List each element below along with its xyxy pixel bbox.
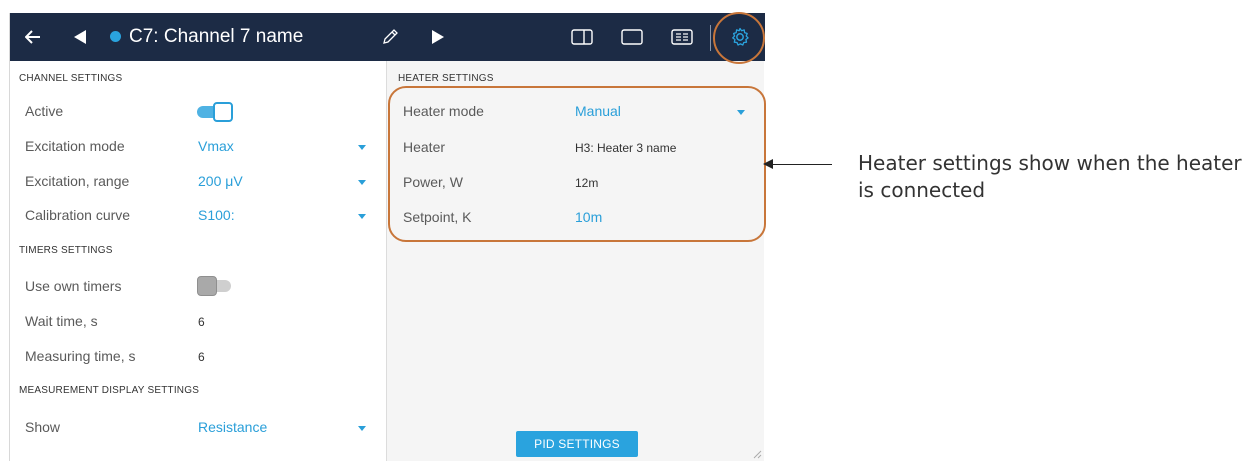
callout-text: Heater settings show when the heater is … [858,151,1242,202]
wait-time-label: Wait time, s [25,313,98,329]
show-select[interactable]: Resistance [198,419,267,435]
excitation-mode-dropdown-icon[interactable] [358,145,366,150]
channel-title: C7: Channel 7 name [129,26,304,47]
measuring-time-label: Measuring time, s [25,348,136,364]
pencil-icon[interactable] [378,13,402,61]
split-view-icon[interactable] [568,13,596,61]
measuring-time-value[interactable]: 6 [198,350,205,364]
heater-settings-heading: HEATER SETTINGS [398,73,494,84]
timers-settings-heading: TIMERS SETTINGS [19,245,113,256]
excitation-mode-label: Excitation mode [25,138,125,154]
toolbar-divider [710,25,711,51]
heater-settings-highlight [388,86,766,242]
calibration-curve-dropdown-icon[interactable] [358,214,366,219]
channel-settings-heading: CHANNEL SETTINGS [19,73,123,84]
excitation-mode-select[interactable]: Vmax [198,138,234,154]
excitation-range-label: Excitation, range [25,173,130,189]
back-arrow-icon[interactable] [20,13,46,61]
calibration-curve-label: Calibration curve [25,207,131,223]
show-label: Show [25,419,61,435]
top-bar: C7: Channel 7 name [10,13,765,61]
excitation-range-dropdown-icon[interactable] [358,180,366,185]
previous-triangle-icon[interactable] [68,13,92,61]
play-icon[interactable] [426,13,450,61]
list-view-icon[interactable] [668,13,696,61]
resize-grip-icon[interactable] [752,449,762,459]
calibration-curve-select[interactable]: S100: [198,207,235,223]
status-dot-icon [110,31,121,42]
show-dropdown-icon[interactable] [358,426,366,431]
measurement-display-heading: MEASUREMENT DISPLAY SETTINGS [19,385,200,396]
use-own-timers-toggle[interactable] [197,276,233,296]
callout-line [770,164,832,165]
active-label: Active [25,103,64,119]
active-toggle[interactable] [197,102,233,122]
excitation-range-select[interactable]: 200 μV [198,173,243,189]
single-view-icon[interactable] [618,13,646,61]
gear-highlight-circle [713,12,765,64]
use-own-timers-label: Use own timers [25,278,122,294]
wait-time-value[interactable]: 6 [198,315,205,329]
left-settings-panel: CHANNEL SETTINGS Active Excitation mode … [10,61,386,461]
pid-settings-button[interactable]: PID SETTINGS [516,431,638,457]
